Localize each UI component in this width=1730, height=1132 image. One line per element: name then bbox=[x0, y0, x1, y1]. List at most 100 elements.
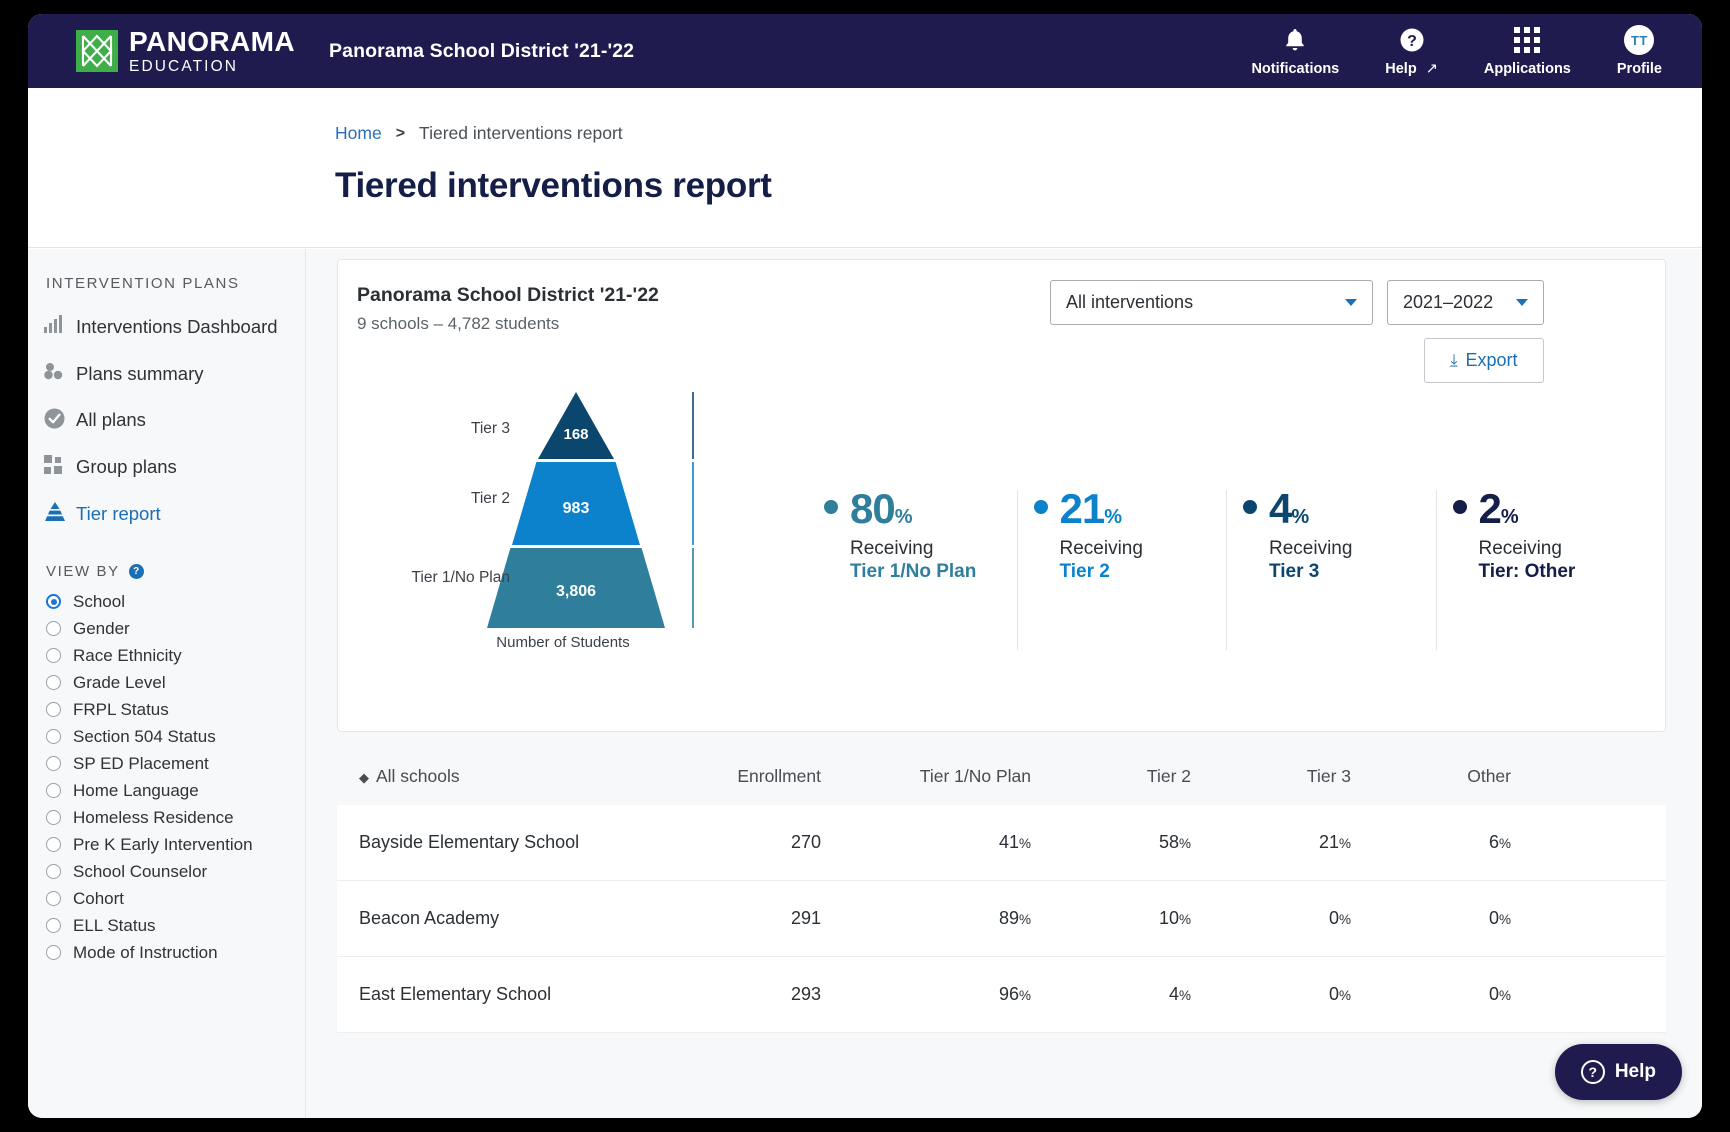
viewby-option-frpl-status[interactable]: FRPL Status bbox=[28, 696, 305, 723]
sidebar-item-label: Interventions Dashboard bbox=[76, 316, 278, 337]
viewby-option-section-504-status[interactable]: Section 504 Status bbox=[28, 723, 305, 750]
stat-caption: Receiving bbox=[1478, 538, 1562, 559]
viewby-option-label: Mode of Instruction bbox=[73, 942, 218, 962]
percent-symbol: % bbox=[1018, 836, 1031, 851]
viewby-option-label: Cohort bbox=[73, 888, 125, 908]
sidebar-item-plans-summary[interactable]: Plans summary bbox=[28, 351, 305, 398]
stat-value-row: 2% bbox=[1479, 488, 1636, 530]
cell-tier3-value: 0 bbox=[1328, 908, 1339, 928]
radio-indicator[interactable] bbox=[46, 864, 61, 880]
cell-tier2: 58% bbox=[1057, 832, 1217, 853]
sidebar-item-group-plans[interactable]: Group plans bbox=[28, 444, 305, 491]
column-header-schools[interactable]: ◆ All schools bbox=[337, 766, 677, 787]
viewby-option-school[interactable]: School bbox=[28, 588, 305, 615]
radio-indicator[interactable] bbox=[46, 945, 61, 961]
viewby-option-label: Homeless Residence bbox=[73, 807, 234, 827]
sidebar-section-label: INTERVENTION PLANS bbox=[46, 275, 240, 292]
pyramid-label-tier3: Tier 3 bbox=[470, 420, 510, 437]
nav-profile[interactable]: TT Profile bbox=[1617, 25, 1662, 77]
stat-value: 80 bbox=[850, 485, 896, 532]
radio-indicator[interactable] bbox=[46, 702, 61, 718]
radio-indicator[interactable] bbox=[46, 621, 61, 637]
sidebar-item-label: Plans summary bbox=[76, 362, 204, 384]
radio-indicator[interactable] bbox=[46, 891, 61, 907]
chevron-down-icon bbox=[1345, 299, 1357, 306]
viewby-option-sp-ed-placement[interactable]: SP ED Placement bbox=[28, 750, 305, 777]
radio-indicator[interactable] bbox=[46, 594, 61, 610]
cell-tier3-value: 21 bbox=[1318, 832, 1339, 852]
sidebar: INTERVENTION PLANS Interventions Dashboa… bbox=[28, 249, 306, 1118]
stat-unit: % bbox=[1291, 506, 1310, 528]
viewby-option-cohort[interactable]: Cohort bbox=[28, 885, 305, 912]
nav-help[interactable]: ? Help ↗︎ bbox=[1385, 25, 1438, 77]
app-window: PANORAMA EDUCATION Panorama School Distr… bbox=[28, 14, 1702, 1118]
question-circle-icon: ? bbox=[1580, 1060, 1605, 1084]
viewby-option-label: School Counselor bbox=[73, 861, 208, 881]
table-row[interactable]: Bayside Elementary School 270 41% 58% 21… bbox=[337, 805, 1666, 881]
cell-tier3: 0% bbox=[1217, 984, 1377, 1005]
breadcrumb-home-link[interactable]: Home bbox=[335, 123, 382, 144]
cell-school-name: Beacon Academy bbox=[359, 908, 500, 928]
panorama-logo[interactable]: PANORAMA EDUCATION bbox=[76, 27, 295, 75]
viewby-option-label: ELL Status bbox=[73, 915, 156, 935]
sidebar-item-interventions-dashboard[interactable]: Interventions Dashboard bbox=[28, 304, 305, 351]
viewby-option-label: Grade Level bbox=[73, 672, 166, 692]
cell-tier3-value: 0 bbox=[1328, 984, 1339, 1004]
table-row[interactable]: Beacon Academy 291 89% 10% 0% 0% bbox=[337, 881, 1666, 957]
pyramid-value-tier2: 983 bbox=[563, 500, 590, 517]
viewby-option-gender[interactable]: Gender bbox=[28, 615, 305, 642]
help-widget-button[interactable]: ? Help bbox=[1554, 1044, 1682, 1100]
stat-value-row: 4% bbox=[1269, 488, 1426, 530]
column-header-other[interactable]: Other bbox=[1377, 766, 1537, 787]
viewby-option-homeless-residence[interactable]: Homeless Residence bbox=[28, 804, 305, 831]
nav-notifications[interactable]: Notifications bbox=[1251, 25, 1339, 77]
card-title: Panorama School District '21-'22 bbox=[357, 284, 659, 306]
radio-indicator[interactable] bbox=[46, 783, 61, 799]
viewby-help-icon[interactable]: ? bbox=[128, 564, 144, 580]
viewby-option-pre-k-early-intervention[interactable]: Pre K Early Intervention bbox=[28, 831, 305, 858]
stat-tier-name: Tier 1/No Plan bbox=[850, 561, 977, 582]
radio-indicator[interactable] bbox=[46, 675, 61, 691]
cell-tier2-value: 4 bbox=[1168, 984, 1179, 1004]
sidebar-item-tier-report[interactable]: Tier report bbox=[28, 491, 305, 538]
viewby-option-label: SP ED Placement bbox=[73, 753, 209, 773]
stat-caption: Receiving bbox=[1269, 538, 1353, 559]
stat-value-row: 21% bbox=[1060, 488, 1217, 530]
column-header-tier3[interactable]: Tier 3 bbox=[1217, 766, 1377, 787]
avatar-icon: TT bbox=[1624, 25, 1655, 55]
radio-indicator[interactable] bbox=[46, 756, 61, 772]
radio-indicator[interactable] bbox=[46, 810, 61, 826]
viewby-radio-group: School Gender Race Ethnicity Grade Level… bbox=[28, 588, 305, 966]
viewby-option-race-ethnicity[interactable]: Race Ethnicity bbox=[28, 642, 305, 669]
column-header-enrollment[interactable]: Enrollment bbox=[677, 766, 847, 787]
viewby-option-label: School bbox=[73, 591, 125, 611]
cell-enrollment: 293 bbox=[790, 984, 821, 1004]
radio-indicator[interactable] bbox=[46, 648, 61, 664]
sidebar-item-all-plans[interactable]: All plans bbox=[28, 397, 305, 444]
column-header-tier1[interactable]: Tier 1/No Plan bbox=[847, 766, 1057, 787]
viewby-option-ell-status[interactable]: ELL Status bbox=[28, 912, 305, 939]
viewby-option-grade-level[interactable]: Grade Level bbox=[28, 669, 305, 696]
pyramid-value-tier1: 3,806 bbox=[556, 583, 596, 600]
cell-tier2: 10% bbox=[1057, 908, 1217, 929]
viewby-option-home-language[interactable]: Home Language bbox=[28, 777, 305, 804]
stat-tier-other: 2% Receiving Tier: Other bbox=[1435, 488, 1646, 650]
column-header-tier2[interactable]: Tier 2 bbox=[1057, 766, 1217, 787]
table-row[interactable]: East Elementary School 293 96% 4% 0% 0% bbox=[337, 957, 1666, 1033]
tier-stats-group: 80% Receiving Tier 1/No Plan 21% Receivi… bbox=[808, 488, 1646, 650]
district-title: Panorama School District '21-'22 bbox=[329, 39, 635, 62]
radio-indicator[interactable] bbox=[46, 837, 61, 853]
cell-school-name: East Elementary School bbox=[359, 984, 552, 1004]
top-navigation-bar: PANORAMA EDUCATION Panorama School Distr… bbox=[28, 14, 1702, 88]
viewby-option-school-counselor[interactable]: School Counselor bbox=[28, 858, 305, 885]
cell-tier1: 41% bbox=[847, 832, 1057, 853]
year-filter-value: 2021–2022 bbox=[1403, 292, 1494, 312]
radio-indicator[interactable] bbox=[46, 729, 61, 745]
intervention-filter-select[interactable]: All interventions bbox=[1050, 280, 1373, 325]
export-button[interactable]: ⤓̲ Export bbox=[1424, 338, 1544, 383]
year-filter-select[interactable]: 2021–2022 bbox=[1387, 280, 1544, 325]
viewby-option-mode-of-instruction[interactable]: Mode of Instruction bbox=[28, 939, 305, 966]
radio-indicator[interactable] bbox=[46, 918, 61, 934]
viewby-option-label: Race Ethnicity bbox=[73, 645, 182, 665]
nav-applications[interactable]: Applications bbox=[1484, 25, 1571, 77]
